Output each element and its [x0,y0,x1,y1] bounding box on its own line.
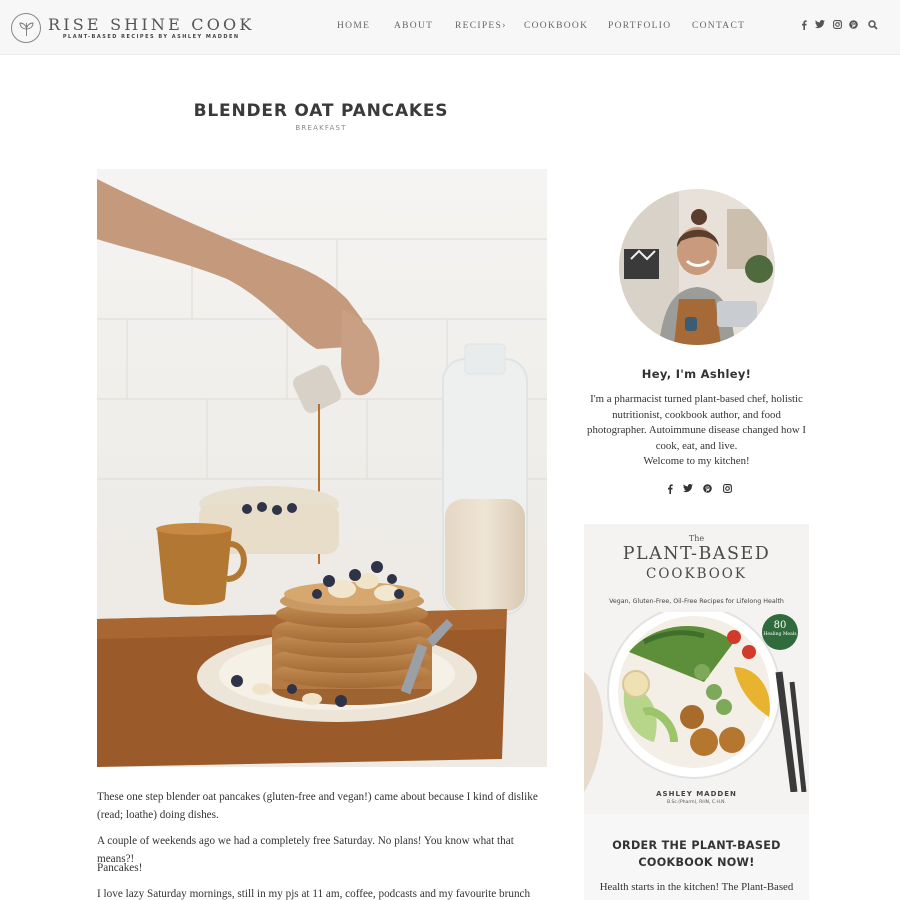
instagram-icon[interactable] [832,20,842,32]
twitter-icon[interactable] [815,20,825,32]
salad-bowl-illustration [584,612,807,792]
chevron-right-icon[interactable]: › [502,21,506,31]
author-bio: I'm a pharmacist turned plant-based chef… [584,392,809,470]
post-paragraph: These one step blender oat pancakes (glu… [97,791,538,821]
order-text: Health starts in the kitchen! The Plant-… [599,881,794,893]
order-title[interactable]: ORDER THE PLANT-BASED COOKBOOK NOW! [584,837,809,871]
site-title: RISE SHINE COOK [48,15,255,34]
book-subtitle: Vegan, Gluten-Free, Oil-Free Recipes for… [609,598,784,605]
facebook-icon[interactable] [665,484,675,496]
cookbook-cover[interactable]: The PLANT-BASED COOKBOOK Vegan, Gluten-F… [584,524,809,814]
twitter-icon[interactable] [683,484,693,496]
post-title: BLENDER OAT PANCAKES [193,101,449,121]
order-title-line1: ORDER THE PLANT-BASED [612,839,781,852]
book-author: ASHLEY MADDEN [656,790,737,798]
book-credentials: B.Sc.(Pharm), RHN, C.H.N. [667,800,726,805]
nav-recipes[interactable]: RECIPES [455,21,502,31]
site-logo[interactable]: RISE SHINE COOK PLANT-BASED RECIPES BY A… [11,13,255,43]
author-greeting: Hey, I'm Ashley! [641,367,752,381]
order-cookbook-box: ORDER THE PLANT-BASED COOKBOOK NOW! Heal… [584,814,809,900]
post-paragraph: I love lazy Saturday mornings, still in … [97,888,531,900]
site-tagline: PLANT-BASED RECIPES BY ASHLEY MADDEN [62,34,240,40]
book-title-line1: PLANT-BASED [622,544,771,564]
leaf-logo-icon [11,13,41,43]
nav-contact[interactable]: CONTACT [692,21,745,31]
order-title-line2: COOKBOOK NOW! [638,856,755,869]
facebook-icon[interactable] [799,20,809,32]
author-avatar [619,189,775,345]
nav-cookbook[interactable]: COOKBOOK [524,21,588,31]
book-the: The [688,534,705,543]
author-welcome: Welcome to my kitchen! [643,455,750,467]
pinterest-icon[interactable] [702,484,712,496]
hero-image [97,169,547,767]
instagram-icon[interactable] [722,484,732,496]
post-paragraph: Pancakes! [97,862,143,874]
site-header: RISE SHINE COOK PLANT-BASED RECIPES BY A… [0,0,900,55]
nav-about[interactable]: ABOUT [394,21,433,31]
nav-home[interactable]: HOME [337,21,370,31]
nav-portfolio[interactable]: PORTFOLIO [608,21,671,31]
search-icon[interactable] [868,20,878,32]
post-category[interactable]: BREAKFAST [96,124,546,132]
book-title-line2: COOKBOOK [646,566,747,582]
pinterest-icon[interactable] [848,20,858,32]
author-bio-text: I'm a pharmacist turned plant-based chef… [587,393,806,452]
